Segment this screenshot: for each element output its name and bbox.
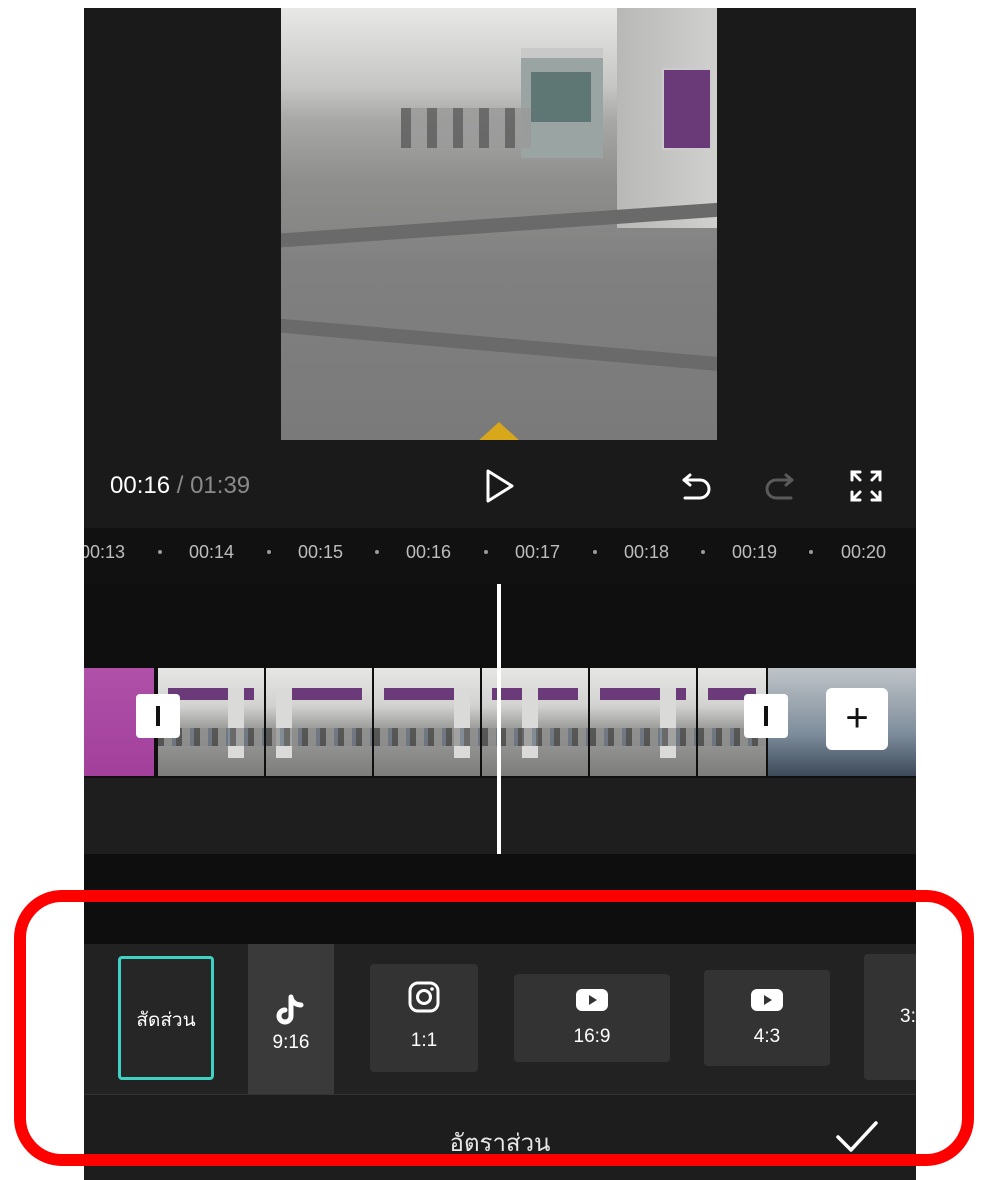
confirm-button[interactable] xyxy=(834,1117,880,1157)
ratio-option-label: 9:16 xyxy=(272,1032,310,1053)
plus-icon: + xyxy=(845,696,869,740)
play-button[interactable] xyxy=(480,466,520,506)
ruler-tick: 00:19 xyxy=(732,542,778,562)
frame-crowd xyxy=(266,728,372,746)
clip-frame xyxy=(266,668,372,776)
video-preview[interactable] xyxy=(281,8,717,440)
redo-button[interactable] xyxy=(760,466,800,506)
timeline-ruler[interactable]: 00:13 00:14 00:15 00:16 00:17 00:18 00:1… xyxy=(84,528,916,584)
ruler-tick: 00:16 xyxy=(406,542,452,562)
fullscreen-button[interactable] xyxy=(846,466,886,506)
instagram-icon xyxy=(407,980,441,1019)
frame-pillar xyxy=(660,688,676,758)
frame-pillar xyxy=(276,688,292,758)
ratio-option-label: 4:3 xyxy=(753,1026,781,1047)
time-separator: / xyxy=(176,472,184,499)
ratio-option-label: 3: xyxy=(900,1006,916,1027)
youtube-icon xyxy=(750,988,784,1017)
ruler-tick: 00:14 xyxy=(189,542,235,562)
booth-window xyxy=(531,72,591,122)
ratio-option-4-3[interactable]: 4:3 xyxy=(704,970,830,1066)
ruler-tick: 00:15 xyxy=(298,542,344,562)
ruler-tick: 00:17 xyxy=(515,542,561,562)
trim-handle-bar xyxy=(764,706,768,726)
ratio-option-label: สัดส่วน xyxy=(136,1010,196,1031)
ratio-option-label: 1:1 xyxy=(410,1030,438,1051)
aspect-ratio-options: สัดส่วน 9:16 1:1 16:9 4:3 3: xyxy=(84,944,916,1094)
preview-sign xyxy=(662,68,712,150)
frame-pillar xyxy=(228,688,244,758)
tiktok-icon xyxy=(276,994,306,1031)
trim-handle-bar xyxy=(156,706,160,726)
ratio-option-9-16[interactable]: 9:16 xyxy=(248,944,334,1094)
checkmark-icon xyxy=(836,1121,878,1152)
redo-icon xyxy=(765,473,794,500)
panel-gap xyxy=(84,854,916,944)
ratio-option-1-1[interactable]: 1:1 xyxy=(370,964,478,1072)
preview-fare-gates xyxy=(401,108,531,148)
clip-frame xyxy=(590,668,696,776)
trim-handle-right[interactable] xyxy=(744,694,788,738)
video-editor-app: 00:16 / 01:39 00:13 00:14 00:15 00:16 00… xyxy=(84,8,916,1180)
frame-crowd xyxy=(590,728,696,746)
ruler-tick: 00:18 xyxy=(624,542,670,562)
frame-pillar xyxy=(454,688,470,758)
undo-icon xyxy=(682,473,711,500)
trim-handle-left[interactable] xyxy=(136,694,180,738)
ratio-option-3-x[interactable]: 3: xyxy=(864,954,916,1080)
panel-title: อัตราส่วน xyxy=(449,1130,551,1157)
undo-button[interactable] xyxy=(676,466,716,506)
add-clip-button[interactable]: + xyxy=(826,688,888,750)
playhead[interactable] xyxy=(497,584,501,884)
youtube-icon xyxy=(575,988,609,1017)
floor-arrow xyxy=(477,422,521,440)
ratio-panel-footer: อัตราส่วน xyxy=(84,1095,916,1180)
ruler-tick: 00:13 xyxy=(84,542,126,562)
ruler-dot xyxy=(593,550,597,554)
ruler-tick: 00:20 xyxy=(841,542,887,562)
clip-frame xyxy=(374,668,480,776)
play-icon xyxy=(486,469,514,503)
ruler-dot xyxy=(484,550,488,554)
frame-pillar xyxy=(522,688,538,758)
ruler-dot xyxy=(267,550,271,554)
preview-floor-line xyxy=(281,315,717,375)
ruler-dot xyxy=(375,550,379,554)
ruler-dot xyxy=(809,550,813,554)
fullscreen-icon xyxy=(850,470,882,502)
ruler-dot xyxy=(701,550,705,554)
current-time: 00:16 xyxy=(110,472,171,499)
ratio-option-16-9[interactable]: 16:9 xyxy=(514,974,670,1062)
ruler-dot xyxy=(158,550,162,554)
playback-time: 00:16 / 01:39 xyxy=(110,472,250,500)
ratio-option-original[interactable]: สัดส่วน xyxy=(118,956,214,1080)
total-time: 01:39 xyxy=(190,472,251,499)
ratio-option-label: 16:9 xyxy=(573,1026,611,1047)
frame-crowd xyxy=(374,728,480,746)
preview-ticket-booth xyxy=(521,48,603,158)
